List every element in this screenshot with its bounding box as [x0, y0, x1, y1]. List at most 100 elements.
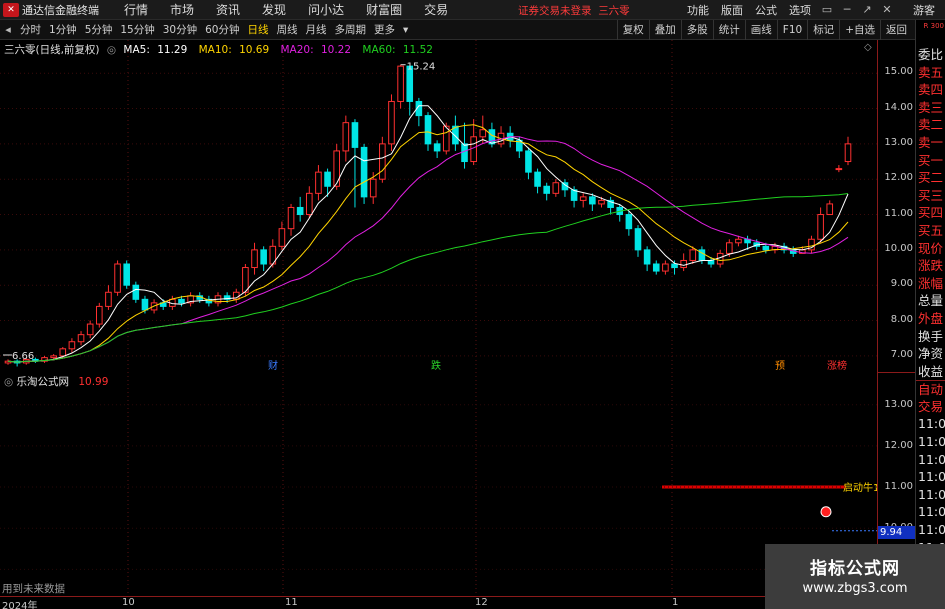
quote-panel-item[interactable]: 换手 — [916, 328, 945, 346]
candle-body — [433, 143, 441, 152]
candle-body — [369, 178, 377, 198]
candle-body — [652, 263, 660, 272]
quote-panel-item[interactable]: 收益 — [916, 363, 945, 381]
sub-legend: ◎ 乐淘公式网 10.99 — [4, 374, 108, 389]
candle-body — [397, 65, 404, 102]
chart-title: 三六零(日线,前复权) — [4, 44, 100, 56]
quote-panel-item[interactable]: 买二 — [916, 169, 945, 187]
candle-body — [114, 263, 121, 293]
event-marker: 财 — [268, 359, 278, 372]
candle-body — [662, 263, 669, 272]
kline-chart[interactable]: 15.246.66财跌预涨榜启动牛1 — [0, 0, 877, 609]
ma10-line — [7, 124, 849, 363]
date-axis-label: 12 — [475, 597, 488, 608]
candle-body — [424, 115, 432, 145]
quote-panel: R 300 委比 卖五 卖四 卖三 卖二 卖一 买一 买二 买三 买四 买五 现价 涨跌 涨幅 总量 外盘 换手… — [915, 20, 945, 609]
quote-panel-item[interactable]: 外盘 — [916, 310, 945, 328]
price-axis-label: 9.00 — [890, 278, 913, 290]
quote-panel-item[interactable]: 11:08 — [916, 486, 945, 504]
quote-panel-item[interactable]: 卖五 — [916, 64, 945, 82]
quote-panel-item[interactable]: 买四 — [916, 204, 945, 222]
candle-body — [379, 143, 386, 180]
settings-icon[interactable]: ◎ — [107, 44, 116, 56]
watermark-url: www.zbgs3.com — [802, 581, 908, 596]
candle-body — [333, 150, 340, 187]
watermark-title: 指标公式网 — [810, 559, 900, 579]
candle-body — [50, 355, 57, 359]
candle-body — [77, 334, 85, 343]
ma10-label: MA10: 10.69 — [198, 44, 270, 56]
quote-panel-item[interactable]: 11:08 — [916, 503, 945, 521]
quote-panel-item[interactable]: 净资 — [916, 345, 945, 363]
candle-body — [634, 228, 642, 251]
quote-panel-item[interactable]: 委比 — [916, 46, 945, 64]
quote-panel-item[interactable]: 卖四 — [916, 81, 945, 99]
corner-tag: R 300 — [923, 22, 944, 30]
price-axis-label: 15.00 — [884, 66, 913, 78]
price-axis-label: 13.00 — [884, 136, 913, 148]
quote-panel-item[interactable]: 涨幅 — [916, 275, 945, 293]
quote-panel-item[interactable]: 11:08 — [916, 468, 945, 486]
candle-body — [360, 146, 368, 198]
ma60-line — [7, 193, 849, 363]
quote-panel-item[interactable]: 卖二 — [916, 116, 945, 134]
candle-body — [461, 143, 468, 163]
price-axis: 15.00 14.00 13.00 12.00 11.00 10.00 9.00 8.00 7.… — [877, 40, 915, 372]
chart-options-icon[interactable]: ◇ — [864, 42, 872, 53]
candle-body — [141, 298, 149, 311]
quote-panel-item[interactable]: 11:08 — [916, 433, 945, 451]
future-data-note: 用到未来数据 — [2, 583, 65, 595]
quote-panel-item[interactable]: 自动 — [916, 380, 945, 398]
ma5-label: MA5: 11.29 — [123, 44, 188, 56]
high-price-label: 15.24 — [407, 62, 436, 73]
watermark: 指标公式网 www.zbgs3.com — [765, 544, 945, 609]
candle-body — [470, 136, 477, 163]
quote-panel-item[interactable]: 现价 — [916, 240, 945, 258]
sub-settings-icon[interactable]: ◎ — [4, 376, 13, 388]
price-axis-label: 7.00 — [890, 348, 913, 360]
candle-body — [589, 196, 596, 205]
candle-body — [762, 245, 770, 251]
candle-body — [324, 171, 331, 187]
quote-panel-item[interactable]: 卖一 — [916, 134, 945, 152]
quote-panel-item[interactable]: 11:08 — [916, 521, 945, 539]
candle-body — [251, 249, 258, 269]
sub-axis-label: 12.00 — [884, 439, 913, 451]
candle-body — [835, 168, 843, 171]
quote-panel-item[interactable]: 交易 — [916, 398, 945, 416]
quote-panel-item[interactable]: 买五 — [916, 222, 945, 240]
candle-body — [96, 305, 103, 325]
candle-body — [844, 143, 852, 163]
candle-body — [242, 267, 249, 293]
candle-body — [552, 182, 560, 194]
candle-body — [178, 298, 185, 304]
candle-body — [86, 323, 94, 336]
current-value-badge: 9.94 — [878, 525, 915, 539]
quote-panel-item[interactable]: 卖三 — [916, 99, 945, 117]
date-axis-label: 1 — [672, 597, 679, 608]
event-marker: 涨榜 — [827, 359, 847, 372]
sub-title: 乐淘公式网 — [16, 376, 70, 388]
candle-body — [315, 171, 322, 194]
signal-dot — [820, 506, 832, 518]
price-axis-label: 10.00 — [884, 242, 913, 254]
candle-body — [598, 199, 605, 205]
quote-panel-item[interactable]: 11:08 — [916, 415, 945, 433]
candle-body — [543, 185, 550, 194]
candle-body — [342, 122, 350, 152]
candle-body — [579, 196, 587, 201]
quote-panel-item[interactable]: 涨跌 — [916, 257, 945, 275]
quote-panel-item[interactable]: 总量 — [916, 292, 945, 310]
price-axis-label: 12.00 — [884, 172, 913, 184]
candle-body — [625, 214, 633, 230]
quote-panel-item[interactable]: 11:08 — [916, 451, 945, 469]
guest-label[interactable]: 游客 — [897, 2, 945, 18]
candle-body — [817, 214, 824, 240]
close-icon[interactable]: ✕ — [878, 2, 896, 18]
quote-panel-item[interactable]: 买三 — [916, 187, 945, 205]
sub-axis-label: 11.00 — [884, 481, 913, 493]
candle-body — [643, 249, 651, 265]
quote-panel-item[interactable]: 买一 — [916, 152, 945, 170]
candle-body — [726, 242, 733, 254]
event-marker: 预 — [775, 360, 785, 372]
